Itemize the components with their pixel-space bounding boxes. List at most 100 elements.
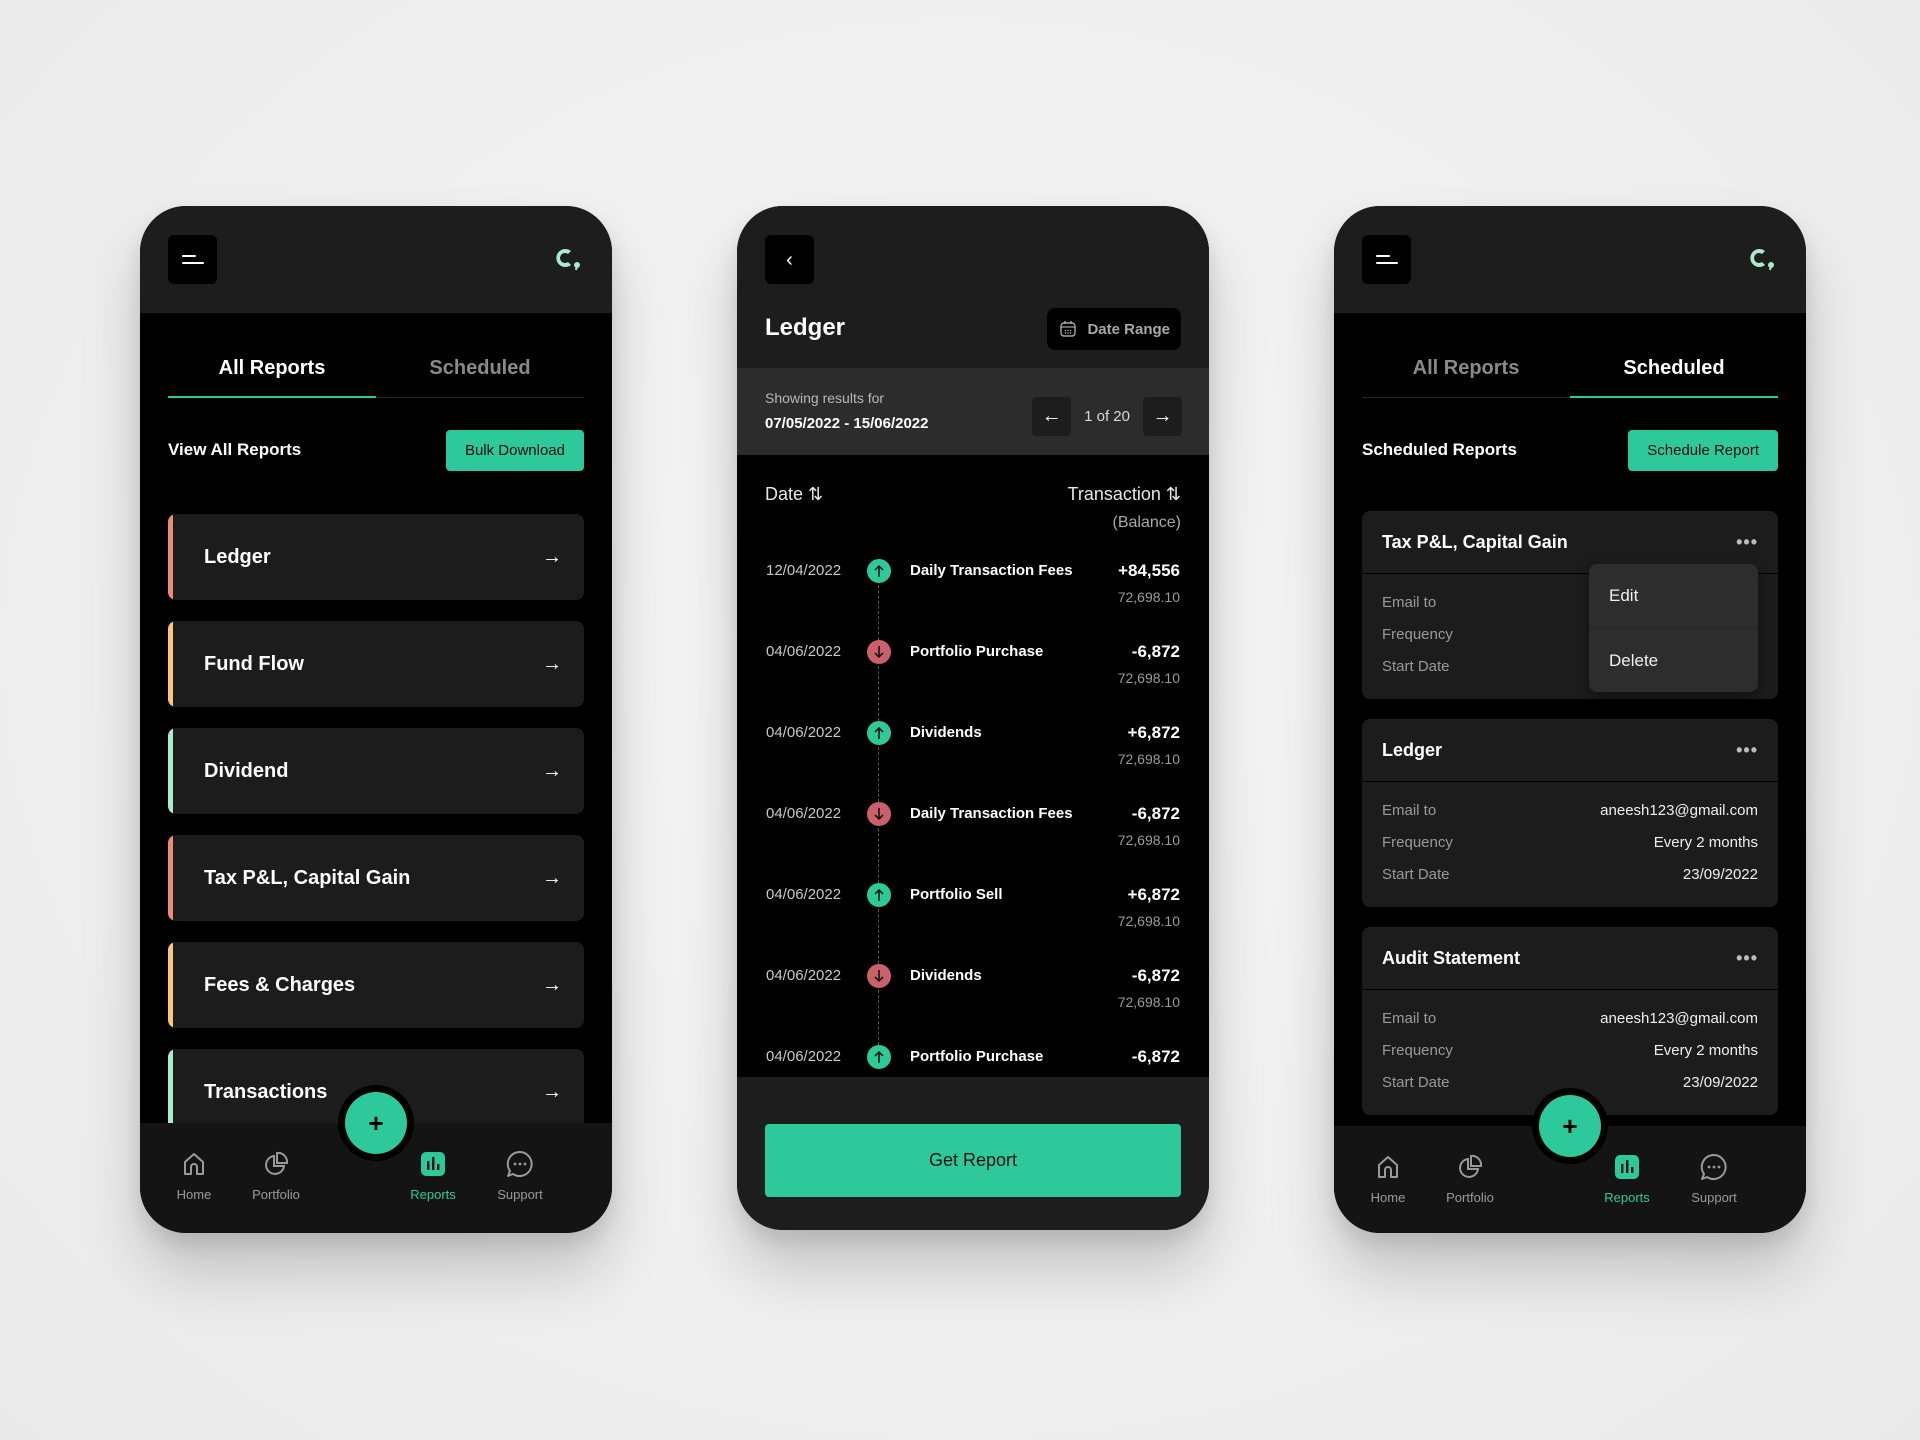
- back-button[interactable]: ‹: [765, 235, 814, 284]
- brand-logo-icon: [556, 249, 580, 271]
- transaction-row[interactable]: 04/06/2022 Portfolio Purchase -6,872 72,698…: [737, 640, 1209, 721]
- report-item-tax-pl[interactable]: Tax P&L, Capital Gain →: [168, 835, 584, 921]
- scheduled-screen: All Reports Scheduled Scheduled Reports …: [1334, 206, 1806, 1233]
- balance-subheader: (Balance): [1112, 514, 1181, 531]
- transaction-name: Portfolio Purchase: [910, 643, 1044, 660]
- timeline-connector: [878, 828, 879, 883]
- transaction-row[interactable]: 04/06/2022 Daily Transaction Fees -6,872 72…: [737, 802, 1209, 883]
- sort-transaction-header[interactable]: Transaction ⇅: [1068, 484, 1181, 505]
- transaction-date: 04/06/2022: [766, 724, 842, 741]
- nav-reports[interactable]: Reports: [1587, 1152, 1667, 1205]
- transaction-row[interactable]: 04/06/2022 Dividends -6,872 72,698.10: [737, 964, 1209, 1045]
- delete-menu-item[interactable]: Delete: [1589, 628, 1758, 692]
- report-label: Fund Flow: [204, 652, 304, 675]
- transaction-balance: 72,698.10: [1117, 670, 1180, 686]
- menu-button[interactable]: [1362, 235, 1411, 284]
- report-item-fund-flow[interactable]: Fund Flow →: [168, 621, 584, 707]
- app-header: [1334, 206, 1806, 313]
- scheduled-card-title: Tax P&L, Capital Gain: [1382, 531, 1568, 552]
- email-label: Email to: [1382, 1009, 1437, 1027]
- start-date-value: 23/09/2022: [1682, 1073, 1758, 1091]
- nav-home[interactable]: Home: [154, 1149, 234, 1202]
- arrow-right-icon: →: [542, 652, 562, 675]
- nav-reports[interactable]: Reports: [393, 1149, 473, 1202]
- accent-bar: [168, 942, 173, 1028]
- add-fab-button[interactable]: +: [345, 1092, 407, 1154]
- tab-all-reports[interactable]: All Reports: [168, 341, 376, 398]
- section-header: View All Reports Bulk Download: [168, 429, 584, 471]
- get-report-button[interactable]: Get Report: [765, 1124, 1181, 1197]
- sort-date-header[interactable]: Date ⇅: [765, 484, 823, 505]
- more-options-icon[interactable]: •••: [1736, 948, 1758, 969]
- transaction-row[interactable]: 12/04/2022 Daily Transaction Fees +84,556 7…: [737, 559, 1209, 640]
- transaction-balance: 72,698.10: [1117, 589, 1180, 605]
- transaction-name: Portfolio Purchase: [910, 1048, 1044, 1065]
- report-item-fees-charges[interactable]: Fees & Charges →: [168, 942, 584, 1028]
- chat-bubble-icon: [1700, 1153, 1727, 1180]
- date-range-button[interactable]: Date Range: [1047, 308, 1181, 350]
- home-icon: [1378, 1156, 1398, 1178]
- tab-all-reports[interactable]: All Reports: [1362, 341, 1570, 397]
- ledger-screen: ‹ Ledger Date Range Showing results for …: [737, 206, 1209, 1230]
- edit-menu-item[interactable]: Edit: [1589, 564, 1758, 628]
- report-tabs: All Reports Scheduled: [1362, 341, 1778, 398]
- bar-chart-icon: [421, 1152, 445, 1176]
- transaction-balance: 72,698.10: [1117, 751, 1180, 767]
- transaction-row[interactable]: 04/06/2022 Portfolio Purchase -6,872: [737, 1045, 1209, 1077]
- tab-scheduled[interactable]: Scheduled: [1570, 341, 1778, 398]
- scheduled-card: Tax P&L, Capital Gain ••• Email to Frequ…: [1362, 511, 1778, 699]
- transaction-date: 04/06/2022: [766, 643, 842, 660]
- add-fab-button[interactable]: +: [1539, 1095, 1601, 1157]
- nav-label: Portfolio: [252, 1187, 300, 1202]
- transaction-amount: +6,872: [1127, 885, 1180, 904]
- arrow-right-icon: →: [542, 759, 562, 782]
- pie-chart-icon: [1459, 1154, 1483, 1178]
- nav-label: Home: [176, 1187, 212, 1202]
- arrow-right-icon: →: [542, 545, 562, 568]
- transaction-row[interactable]: 04/06/2022 Dividends +6,872 72,698.10: [737, 721, 1209, 802]
- nav-label: Portfolio: [1446, 1190, 1494, 1205]
- date-range-label: Date Range: [1087, 320, 1170, 338]
- next-page-button[interactable]: →: [1143, 397, 1182, 436]
- bottom-nav: + Home Portfolio Reports Support: [140, 1085, 612, 1233]
- schedule-report-button[interactable]: Schedule Report: [1628, 429, 1778, 471]
- transaction-row[interactable]: 04/06/2022 Portfolio Sell +6,872 72,698.10: [737, 883, 1209, 964]
- ledger-footer: Get Report: [737, 1077, 1209, 1230]
- frequency-value: Every 2 months: [1653, 833, 1758, 851]
- timeline-connector: [878, 990, 879, 1045]
- bottom-nav: + Home Portfolio Reports Support: [1334, 1088, 1806, 1233]
- start-date-value: 23/09/2022: [1682, 865, 1758, 883]
- frequency-label: Frequency: [1382, 1041, 1453, 1059]
- transaction-balance: 72,698.10: [1117, 913, 1180, 929]
- nav-home[interactable]: Home: [1348, 1152, 1428, 1205]
- menu-button[interactable]: [168, 235, 217, 284]
- page-title: Ledger: [765, 314, 846, 341]
- more-options-icon[interactable]: •••: [1736, 532, 1758, 553]
- transaction-amount: -6,872: [1131, 804, 1180, 823]
- more-options-icon[interactable]: •••: [1736, 740, 1758, 761]
- ledger-header: ‹ Ledger Date Range: [737, 206, 1209, 368]
- transaction-name: Daily Transaction Fees: [910, 805, 1073, 822]
- nav-support[interactable]: Support: [1674, 1152, 1754, 1205]
- nav-label: Support: [497, 1187, 543, 1202]
- prev-page-button[interactable]: ←: [1032, 397, 1072, 436]
- results-bar: Showing results for 07/05/2022 - 15/06/2…: [737, 368, 1209, 455]
- page-indicator: 1 of 20: [1084, 408, 1130, 425]
- report-item-ledger[interactable]: Ledger →: [168, 514, 584, 600]
- report-label: Ledger: [204, 545, 271, 568]
- nav-portfolio[interactable]: Portfolio: [236, 1149, 316, 1202]
- pie-chart-icon: [265, 1151, 289, 1175]
- nav-portfolio[interactable]: Portfolio: [1430, 1152, 1510, 1205]
- transaction-amount: -6,872: [1131, 966, 1180, 985]
- transaction-amount: -6,872: [1131, 642, 1180, 661]
- transaction-name: Dividends: [910, 724, 982, 741]
- reports-screen: All Reports Scheduled View All Reports B…: [140, 206, 612, 1233]
- tab-scheduled[interactable]: Scheduled: [376, 341, 584, 397]
- nav-support[interactable]: Support: [480, 1149, 560, 1202]
- bulk-download-button[interactable]: Bulk Download: [445, 429, 584, 471]
- report-item-dividend[interactable]: Dividend →: [168, 728, 584, 814]
- bar-chart-icon: [1615, 1155, 1639, 1179]
- arrow-right-icon: →: [542, 866, 562, 889]
- report-label: Fees & Charges: [204, 973, 356, 996]
- credit-arrow-up-icon: [867, 1045, 891, 1069]
